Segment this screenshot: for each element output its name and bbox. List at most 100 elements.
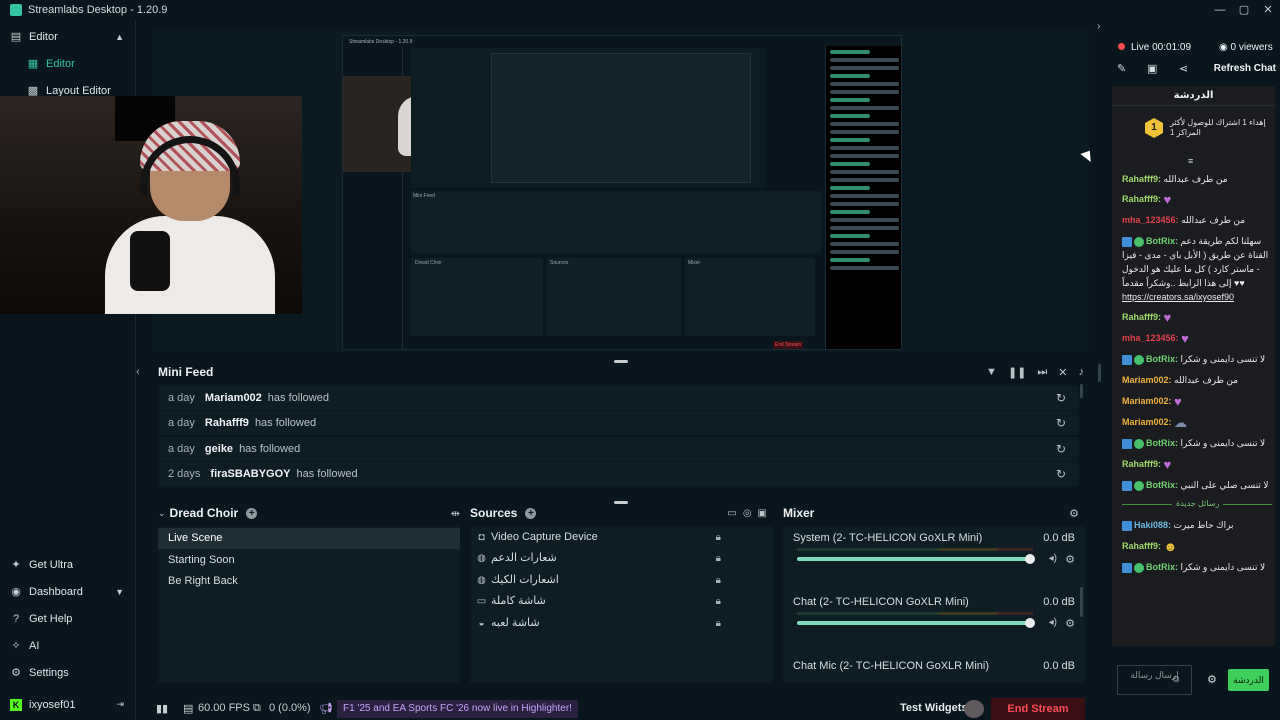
lock-icon[interactable]: 🔒︎ — [716, 527, 721, 548]
scene-item[interactable]: Starting Soon — [158, 550, 460, 571]
gear-icon[interactable]: ⚙ — [1069, 507, 1079, 520]
chat-username[interactable]: BotRix: — [1146, 562, 1178, 572]
chat-username[interactable]: BotRix: — [1146, 438, 1178, 448]
chat-username[interactable]: Rahafff9: — [1122, 459, 1161, 469]
minifeed-scrollbar[interactable] — [1098, 364, 1101, 382]
chat-username[interactable]: Mariam002: — [1122, 375, 1172, 385]
volume-slider-handle[interactable] — [1025, 554, 1035, 564]
refresh-chat-button[interactable]: Refresh Chat — [1214, 63, 1276, 74]
scene-item[interactable]: Be Right Back — [158, 571, 460, 592]
close-button[interactable]: ✕ — [1256, 0, 1280, 20]
add-scene-button[interactable]: + — [246, 507, 258, 519]
chevron-right-icon[interactable]: › — [1097, 21, 1100, 32]
source-item[interactable]: ◘ Video Capture Device 🔒︎ — [470, 527, 773, 548]
edit-icon[interactable]: ✎ — [1117, 62, 1126, 75]
logout-icon[interactable]: ⇥ — [116, 699, 124, 710]
chat-message: Rahafff9: ♥ — [1122, 310, 1272, 325]
replay-icon[interactable]: ↻ — [1056, 416, 1066, 430]
sidebar-item-account[interactable]: K ixyosef01 ⇥ — [0, 691, 136, 718]
collapse-icon[interactable]: ≡ — [1188, 156, 1193, 166]
editor-icon: ▦ — [27, 58, 39, 70]
scene-item[interactable]: Live Scene — [158, 528, 460, 549]
source-item[interactable]: ▭ شاشة كاملة 🔒︎ — [470, 591, 773, 612]
globe-icon: ◍ — [477, 575, 486, 586]
chevron-up-icon[interactable]: ▲ — [115, 32, 124, 42]
lock-icon[interactable]: 🔒︎ — [716, 613, 721, 634]
mixer-list: System (2- TC-HELICON GoXLR Mini) 0.0 dB… — [783, 526, 1085, 683]
sidebar-item-ai[interactable]: ✧ AI — [0, 632, 136, 659]
filter-icon[interactable]: ▼ — [986, 366, 997, 379]
speaker-icon[interactable]: ◂) — [1049, 617, 1057, 628]
sidebar-item-get-help[interactable]: ? Get Help — [0, 605, 136, 632]
volume-slider[interactable] — [797, 557, 1030, 561]
sidebar-item-get-ultra[interactable]: ✦ Get Ultra — [0, 551, 136, 578]
source-item[interactable]: ◍ شعارات الدعم 🔒︎ — [470, 548, 773, 569]
sidebar-item-editor[interactable]: ▦ Editor — [0, 50, 136, 77]
sidebar-item-editor-group[interactable]: ▤ Editor ▲ — [0, 23, 136, 50]
volume-slider-handle[interactable] — [1025, 618, 1035, 628]
skip-icon[interactable]: ⏭ — [1037, 366, 1047, 379]
dropped-frames-value: 0 (0.0%) — [269, 702, 311, 714]
gear-icon[interactable]: ⚙ — [1065, 617, 1075, 630]
chat-username[interactable]: Mariam002: — [1122, 396, 1172, 406]
chat-username[interactable]: Mariam002: — [1122, 417, 1172, 427]
news-banner[interactable]: F1 '25 and EA Sports FC '26 now live in … — [337, 700, 578, 718]
scenes-header: ⌄ Dread Choir + ⇹ — [158, 503, 460, 523]
scene-collection-title[interactable]: Dread Choir — [170, 506, 239, 520]
source-tools-icons[interactable]: ▭◎▣ — [727, 508, 773, 519]
chat-message: BotRix: لا تنسى دايمنى و شكرا — [1122, 352, 1272, 366]
chat-username[interactable]: Rahafff9: — [1122, 194, 1161, 204]
lock-icon[interactable]: 🔒︎ — [716, 570, 721, 591]
chat-username[interactable]: mha_123456: — [1122, 333, 1179, 343]
chevron-down-icon[interactable]: ▼ — [115, 587, 124, 597]
performance-icon[interactable]: ▮▮ — [156, 702, 168, 715]
minifeed-scroll-thumb[interactable] — [1080, 384, 1083, 398]
scene-transitions-icon[interactable]: ⇹ — [451, 507, 460, 520]
mixer-title: Mixer — [783, 506, 815, 520]
minimize-button[interactable]: — — [1208, 0, 1232, 20]
chat-username[interactable]: Rahafff9: — [1122, 174, 1161, 184]
send-chat-button[interactable]: الدردشة — [1228, 669, 1269, 691]
mixer-scrollbar[interactable] — [1080, 587, 1083, 617]
source-item[interactable]: ◒ شاشة لعبه 🔒︎ — [470, 613, 773, 634]
sidebar-item-dashboard[interactable]: ◉ Dashboard ▼ — [0, 578, 136, 605]
gear-icon[interactable]: ⚙ — [1065, 553, 1075, 566]
sidebar-item-settings[interactable]: ⚙ Settings — [0, 659, 136, 686]
chevron-down-icon[interactable]: ⌄ — [158, 508, 166, 519]
mini-feed-row: 2 days firaSBABYGOY has followed ↻ — [158, 462, 1078, 486]
channel-name: Chat (2- TC-HELICON GoXLR Mini) — [793, 596, 969, 608]
end-stream-button[interactable]: End Stream — [991, 698, 1085, 720]
chat-username[interactable]: BotRix: — [1146, 354, 1178, 364]
gear-icon[interactable]: ⚙ — [1207, 673, 1217, 686]
replay-icon[interactable]: ↻ — [1056, 467, 1066, 481]
add-source-button[interactable]: + — [525, 507, 537, 519]
speaker-icon[interactable]: ◂) — [1049, 553, 1057, 564]
chat-link[interactable]: https://creators.sa/ixyosef90 — [1122, 292, 1234, 302]
share-icon[interactable]: ⋖ — [1179, 62, 1188, 75]
lock-icon[interactable]: 🔒︎ — [716, 591, 721, 612]
lock-icon[interactable]: 🔒︎ — [716, 548, 721, 569]
maximize-button[interactable]: ▢ — [1232, 0, 1256, 20]
chevron-left-icon[interactable]: ‹ — [136, 366, 146, 378]
chat-username[interactable]: mha_123456: — [1122, 215, 1179, 225]
volume-icon[interactable]: ♪ — [1079, 366, 1085, 379]
chat-message: Rahafff9: ☻ — [1122, 539, 1272, 554]
row-action: has followed — [296, 468, 358, 480]
chat-username[interactable]: Rahafff9: — [1122, 541, 1161, 551]
replay-icon[interactable]: ↻ — [1056, 442, 1066, 456]
chat-username[interactable]: Haki088: — [1134, 520, 1171, 530]
mute-alerts-icon[interactable]: ✕ — [1058, 366, 1067, 379]
pause-icon[interactable]: ❚❚ — [1008, 366, 1026, 379]
chat-username[interactable]: BotRix: — [1146, 236, 1178, 246]
source-item[interactable]: ◍ اشعارات الكيك 🔒︎ — [470, 570, 773, 591]
volume-slider[interactable] — [797, 621, 1030, 625]
record-button[interactable] — [964, 700, 984, 718]
mini-feed-title: Mini Feed — [158, 365, 214, 379]
chat-username[interactable]: BotRix: — [1146, 480, 1178, 490]
emoji-icon[interactable]: ☺ — [1171, 674, 1181, 685]
test-widgets-button[interactable]: Test Widgets — [900, 702, 968, 714]
bot-badge-icon — [1122, 480, 1132, 491]
replay-icon[interactable]: ↻ — [1056, 391, 1066, 405]
popout-icon[interactable]: ▣ — [1147, 62, 1157, 75]
chat-username[interactable]: Rahafff9: — [1122, 312, 1161, 322]
